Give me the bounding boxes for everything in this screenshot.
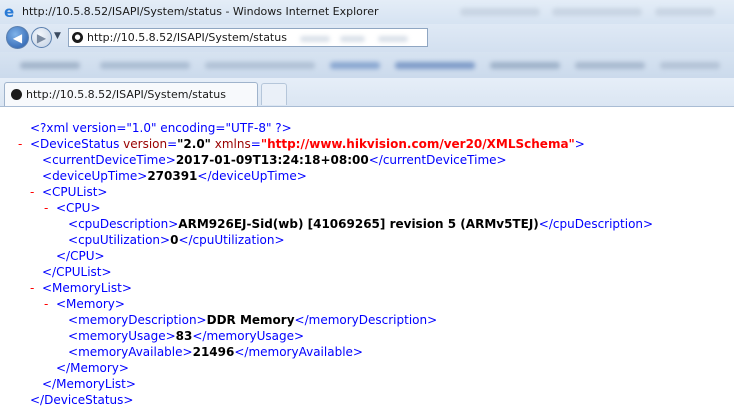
address-bar[interactable]: ● http://10.5.8.52/ISAPI/System/status <box>68 28 428 47</box>
xml-document: <?xml version="1.0" encoding="UTF-8" ?> … <box>0 107 734 407</box>
tab-status-page[interactable]: http://10.5.8.52/ISAPI/System/status <box>4 82 258 106</box>
memory-list-close: </MemoryList> <box>42 377 136 391</box>
cpu-list-open: - <CPUList> <box>30 185 108 199</box>
back-button[interactable]: ◀ <box>6 26 29 49</box>
cpu-description: <cpuDescription>ARM926EJ-Sid(wb) [410692… <box>68 217 654 231</box>
memory-usage: <memoryUsage>83</memoryUsage> <box>68 329 305 343</box>
window-titlebar: e http://10.5.8.52/ISAPI/System/status -… <box>0 0 734 25</box>
blurred-region <box>378 36 408 42</box>
blurred-region <box>205 62 315 69</box>
blurred-region <box>575 62 645 69</box>
new-tab-button[interactable] <box>261 83 287 105</box>
navigation-bar: ◀ ▶ ▼ ● http://10.5.8.52/ISAPI/System/st… <box>0 24 734 52</box>
collapse-toggle[interactable]: - <box>30 185 34 199</box>
current-device-time: <currentDeviceTime>2017-01-09T13:24:18+0… <box>42 153 507 167</box>
page-globe-icon: ● <box>72 32 83 43</box>
blurred-region <box>655 8 715 16</box>
tab-label: http://10.5.8.52/ISAPI/System/status <box>26 88 226 101</box>
tab-strip: http://10.5.8.52/ISAPI/System/status <box>0 78 734 107</box>
forward-arrow-icon: ▶ <box>36 30 47 45</box>
collapse-toggle[interactable]: - <box>30 281 34 295</box>
cpu-list-close: </CPUList> <box>42 265 112 279</box>
blurred-region <box>460 8 540 16</box>
memory-open: - <Memory> <box>44 297 125 311</box>
blurred-region <box>300 36 330 42</box>
favorites-bar <box>0 52 734 79</box>
memory-available: <memoryAvailable>21496</memoryAvailable> <box>68 345 363 359</box>
xml-declaration: <?xml version="1.0" encoding="UTF-8" ?> <box>30 121 292 135</box>
cpu-open: - <CPU> <box>44 201 101 215</box>
address-url[interactable]: http://10.5.8.52/ISAPI/System/status <box>87 31 287 44</box>
collapse-toggle[interactable]: - <box>44 201 48 215</box>
collapse-toggle[interactable]: - <box>18 137 22 151</box>
memory-description: <memoryDescription>DDR Memory</memoryDes… <box>68 313 438 327</box>
device-status-open: - <DeviceStatus version="2.0" xmlns="htt… <box>18 137 585 151</box>
window-title: http://10.5.8.52/ISAPI/System/status - W… <box>22 5 379 18</box>
blurred-region <box>100 62 190 69</box>
memory-close: </Memory> <box>56 361 129 375</box>
history-dropdown-icon[interactable]: ▼ <box>54 31 64 41</box>
memory-list-open: - <MemoryList> <box>30 281 132 295</box>
device-status-close: </DeviceStatus> <box>30 393 134 407</box>
blurred-region <box>395 62 475 69</box>
page-globe-icon <box>11 89 22 100</box>
blurred-region <box>660 62 720 69</box>
back-arrow-icon: ◀ <box>12 30 23 45</box>
blurred-region <box>340 36 365 42</box>
device-up-time: <deviceUpTime>270391</deviceUpTime> <box>42 169 307 183</box>
blurred-region <box>552 8 642 16</box>
cpu-close: </CPU> <box>56 249 105 263</box>
blurred-region <box>490 62 560 69</box>
forward-button[interactable]: ▶ <box>31 27 52 48</box>
cpu-utilization: <cpuUtilization>0</cpuUtilization> <box>68 233 285 247</box>
collapse-toggle[interactable]: - <box>44 297 48 311</box>
blurred-region <box>20 62 80 69</box>
blurred-region <box>330 62 380 69</box>
ie-logo-icon: e <box>4 3 15 21</box>
